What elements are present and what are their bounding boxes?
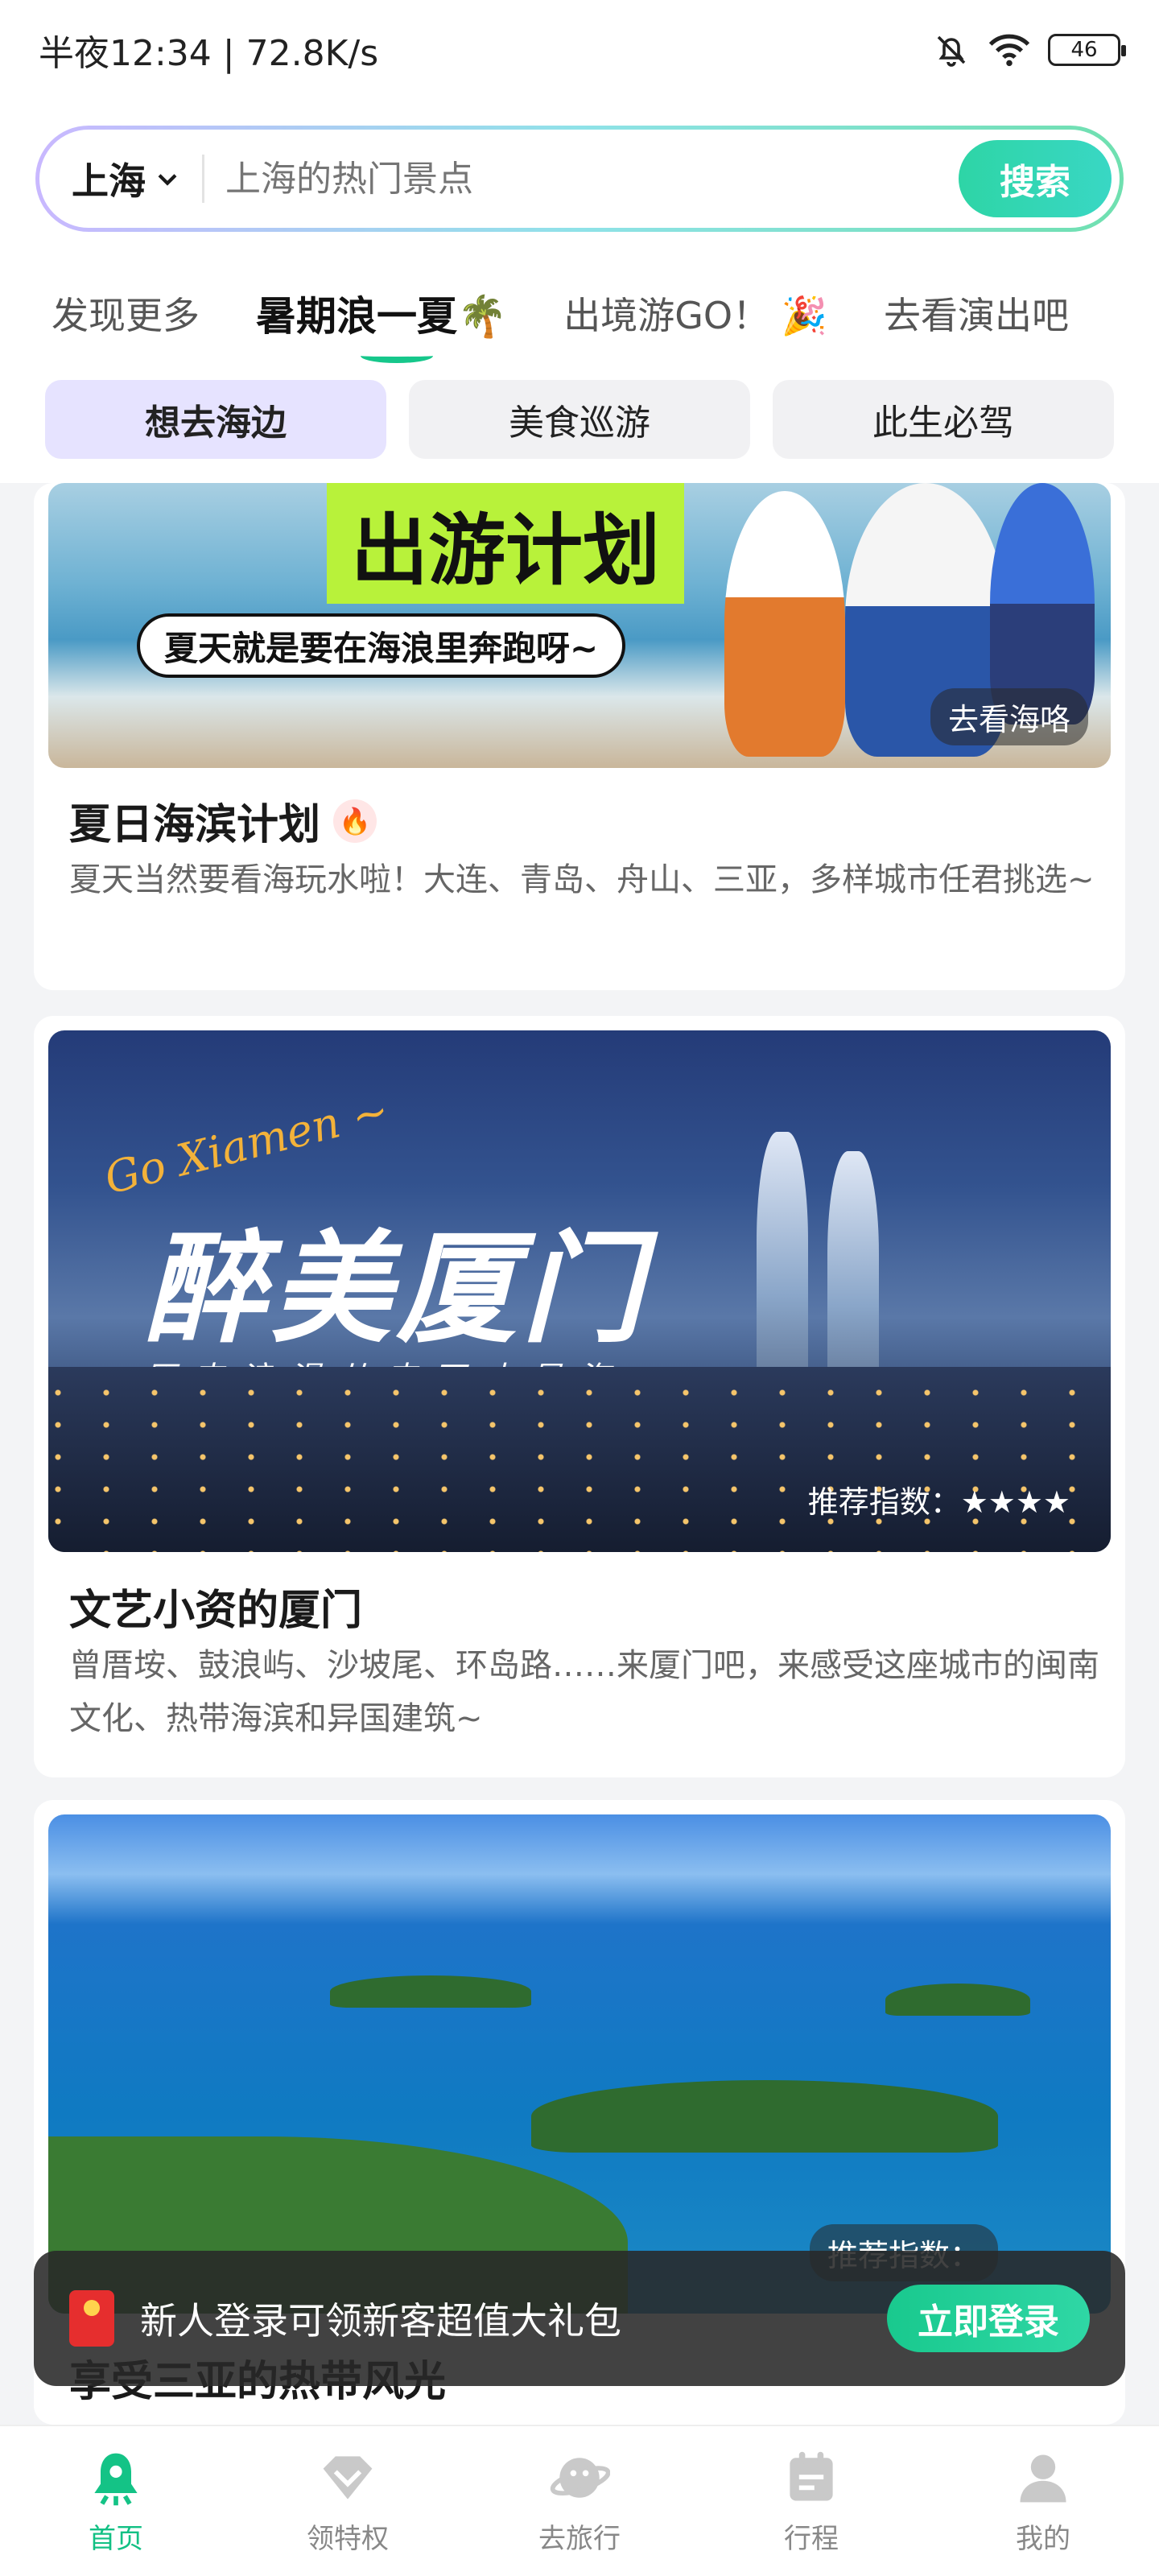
island	[885, 1984, 1030, 2016]
island	[531, 2080, 998, 2153]
diamond-icon	[323, 2455, 373, 2500]
nav-profile[interactable]: 我的	[927, 2426, 1159, 2576]
card-title: 夏日海滨计划 🔥	[69, 791, 377, 851]
card-title-text: 文艺小资的厦门	[69, 1587, 363, 1635]
wifi-icon	[988, 34, 1030, 67]
profile-icon	[1020, 2454, 1066, 2502]
home-icon	[94, 2453, 138, 2505]
nav-travel[interactable]: 去旅行	[464, 2426, 695, 2576]
city-label: 上海	[72, 159, 146, 203]
bottom-nav: 首页 领特权 去旅行 行程 我的	[0, 2425, 1159, 2576]
card-description: 夏天当然要看海玩水啦！大连、青岛、舟山、三亚，多样城市任君挑选~	[69, 861, 1095, 898]
chip-seaside[interactable]: 想去海边	[45, 380, 386, 459]
card-title-text: 夏日海滨计划	[69, 801, 321, 849]
toast-text: 新人登录可领新客超值大礼包	[140, 2299, 621, 2343]
runner-figure	[724, 491, 845, 757]
tab-label: 去看演出吧	[884, 294, 1070, 337]
login-promo-toast: 新人登录可领新客超值大礼包 立即登录	[34, 2251, 1125, 2386]
chip-must-drive[interactable]: 此生必驾	[773, 380, 1114, 459]
red-envelope-icon	[69, 2290, 114, 2347]
nav-label: 去旅行	[538, 2522, 621, 2555]
twin-tower	[757, 1132, 808, 1406]
card-description: 曾厝垵、鼓浪屿、沙坡尾、环岛路……来厦门吧，来感受这座城市的闽南文化、热带海滨和…	[69, 1647, 1099, 1737]
active-tab-indicator	[361, 349, 433, 363]
status-time: 半夜12:34 | 72.8K/s	[39, 33, 379, 74]
image-tag: 去看海咯	[930, 688, 1088, 745]
sub-category-chips: 想去海边 美食巡游 此生必驾	[45, 380, 1114, 459]
nav-privileges[interactable]: 领特权	[232, 2426, 464, 2576]
itinerary-icon	[790, 2451, 833, 2500]
planet-icon	[550, 2457, 610, 2498]
image-banner-subtitle: 夏天就是要在海浪里奔跑呀~	[137, 613, 626, 678]
battery-level: 46	[1070, 38, 1098, 62]
tab-shows[interactable]: 去看演出吧	[884, 287, 1069, 340]
card-title: 文艺小资的厦门	[69, 1576, 362, 1637]
card-image: 推荐指数：	[48, 1814, 1111, 2314]
party-popper-icon: 🎉	[781, 294, 828, 337]
login-button[interactable]: 立即登录	[887, 2285, 1090, 2352]
tab-label: 出境游GO！	[563, 294, 770, 337]
rating-tag: 推荐指数：★★★★	[807, 1484, 1070, 1520]
palm-tree-icon: 🌴	[457, 293, 508, 340]
image-script-text: Go Xiamen ~	[99, 1084, 394, 1204]
tab-label: 发现更多	[52, 294, 200, 337]
island	[330, 1975, 531, 2008]
nav-label: 我的	[1016, 2522, 1070, 2555]
status-icons: 46	[932, 31, 1126, 69]
nav-home[interactable]: 首页	[0, 2426, 232, 2576]
nav-itinerary[interactable]: 行程	[695, 2426, 927, 2576]
header: 上海 搜索 发现更多 暑期浪一夏🌴 出境游GO！ 🎉 去看演出吧 想去海边 美食…	[0, 100, 1159, 483]
nav-label: 首页	[89, 2522, 143, 2555]
tab-discover[interactable]: 发现更多	[52, 287, 200, 340]
search-input[interactable]	[225, 158, 959, 200]
chip-food-tour[interactable]: 美食巡游	[409, 380, 750, 459]
tab-summer[interactable]: 暑期浪一夏🌴	[256, 284, 508, 363]
tab-outbound[interactable]: 出境游GO！ 🎉	[563, 287, 827, 340]
image-banner-title: 醉美厦门	[145, 1218, 648, 1360]
card-image: Go Xiamen ~ 醉美厦门 原来浪漫从来不止是海 推荐指数：★★★★	[48, 1030, 1111, 1552]
card-image: 出游计划 夏天就是要在海浪里奔跑呀~ 去看海咯	[48, 483, 1111, 768]
search-bar: 上海 搜索	[35, 126, 1124, 232]
status-bar: 半夜12:34 | 72.8K/s 46	[0, 0, 1159, 100]
chevron-down-icon	[158, 174, 177, 186]
search-button[interactable]: 搜索	[959, 140, 1112, 217]
card-summer-beach[interactable]: 出游计划 夏天就是要在海浪里奔跑呀~ 去看海咯 夏日海滨计划 🔥 夏天当然要看海…	[34, 483, 1125, 990]
tab-label: 暑期浪一夏	[256, 293, 457, 340]
mute-bell-icon	[937, 35, 966, 67]
city-selector[interactable]: 上海	[72, 152, 181, 205]
fire-icon: 🔥	[333, 799, 377, 843]
divider	[202, 155, 204, 203]
nav-label: 领特权	[307, 2522, 389, 2555]
battery-icon: 46	[1048, 34, 1126, 66]
nav-label: 行程	[784, 2522, 839, 2555]
category-tabs: 发现更多 暑期浪一夏🌴 出境游GO！ 🎉 去看演出吧	[0, 269, 1159, 363]
image-banner-title: 出游计划	[327, 483, 684, 604]
card-xiamen[interactable]: Go Xiamen ~ 醉美厦门 原来浪漫从来不止是海 推荐指数：★★★★ 文艺…	[34, 1016, 1125, 1777]
